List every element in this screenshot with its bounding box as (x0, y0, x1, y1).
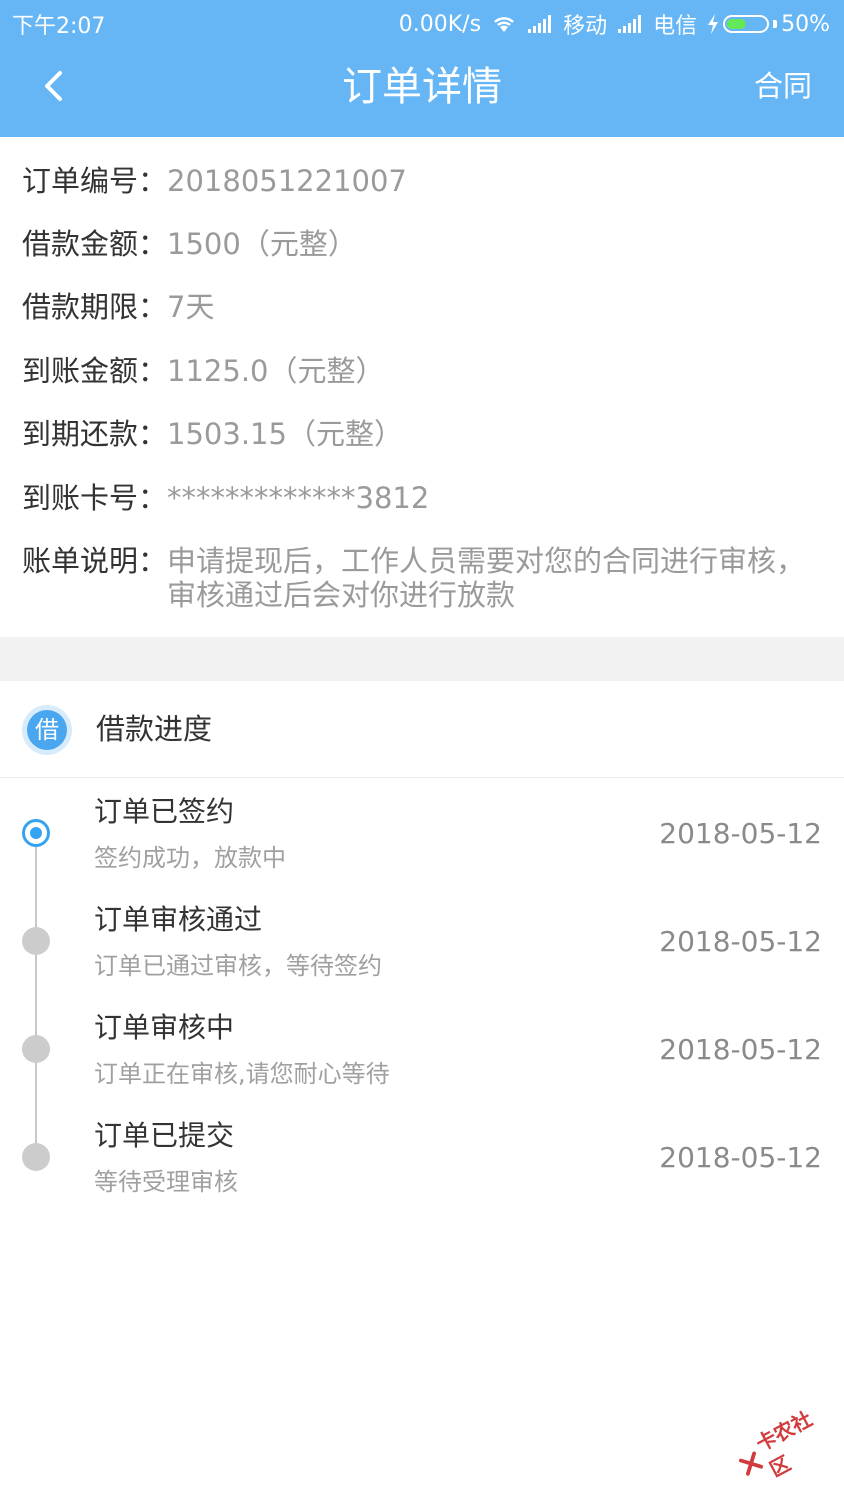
carrier-mobile: 移动 (563, 14, 608, 39)
timeline-dot-icon (22, 927, 50, 955)
step-title: 订单已签约 (94, 795, 235, 828)
order-number-row: 订单编号： 2018051221007 (22, 161, 832, 201)
battery-indicator: 50% (707, 12, 830, 37)
info-value: 2018051221007 (167, 164, 407, 198)
contract-button[interactable]: 合同 (754, 66, 812, 106)
order-info: 订单编号： 2018051221007 借款金额： 1500（元整） 借款期限：… (0, 137, 844, 637)
info-value: 1500（元整） (167, 227, 357, 261)
watermark-logo: 卡农社区 (725, 1391, 844, 1500)
step-date: 2018-05-12 (659, 1141, 822, 1174)
info-value: 1125.0（元整） (167, 354, 385, 388)
step-title: 订单审核通过 (94, 903, 263, 936)
wifi-icon (491, 14, 517, 34)
network-speed: 0.00K/s (398, 11, 482, 37)
loan-amount-row: 借款金额： 1500（元整） (22, 224, 832, 264)
step-date: 2018-05-12 (659, 925, 822, 958)
info-value: 1503.15（元整） (167, 417, 403, 451)
info-label: 订单编号： (22, 164, 168, 198)
card-number-row: 到账卡号： *************3812 (22, 478, 832, 518)
step-desc: 订单已通过审核，等待签约 (94, 952, 382, 980)
progress-timeline: 订单已签约 签约成功，放款中 2018-05-12 订单审核通过 订单已通过审核… (0, 778, 844, 1218)
status-time: 下午2:07 (12, 14, 106, 39)
battery-icon (723, 15, 770, 33)
step-title: 订单审核中 (94, 1011, 235, 1044)
info-label: 到账金额： (22, 354, 168, 388)
signal-icon (617, 15, 643, 33)
step-desc: 签约成功，放款中 (94, 844, 286, 872)
timeline-item: 订单审核通过 订单已通过审核，等待签约 2018-05-12 (0, 886, 844, 994)
timeline-item: 订单审核中 订单正在审核,请您耐心等待 2018-05-12 (0, 994, 844, 1102)
step-desc: 等待受理审核 (94, 1168, 238, 1196)
info-value: 申请提现后，工作人员需要对您的合同进行审核，审核通过后会对你进行放款 (167, 544, 806, 612)
timeline-item: 订单已提交 等待受理审核 2018-05-12 (0, 1102, 844, 1210)
step-date: 2018-05-12 (659, 1033, 822, 1066)
signal-icon (527, 15, 553, 33)
step-date: 2018-05-12 (659, 817, 822, 850)
info-label: 到期还款： (22, 417, 168, 451)
loan-term-row: 借款期限： 7天 (22, 287, 832, 327)
info-value: *************3812 (167, 481, 430, 515)
received-amount-row: 到账金额： 1125.0（元整） (22, 351, 832, 391)
step-title: 订单已提交 (94, 1119, 235, 1152)
info-label: 到账卡号： (22, 481, 168, 515)
app-header: 下午2:07 0.00K/s 移动 电信 50% 订单详情 合同 (0, 0, 844, 137)
page-title: 订单详情 (342, 64, 502, 110)
watermark-text: 卡农社区 (751, 1406, 817, 1482)
loan-badge-icon: 借 (22, 705, 72, 755)
info-label: 账单说明： (22, 544, 168, 578)
info-label: 借款期限： (22, 290, 168, 324)
status-indicators: 0.00K/s 移动 电信 50% (399, 8, 830, 40)
timeline-dot-icon (22, 1143, 50, 1171)
carrier-telecom: 电信 (653, 14, 698, 39)
timeline-dot-icon (22, 1035, 50, 1063)
step-desc: 订单正在审核,请您耐心等待 (94, 1060, 390, 1088)
timeline-item: 订单已签约 签约成功，放款中 2018-05-12 (0, 778, 844, 886)
repayment-row: 到期还款： 1503.15（元整） (22, 414, 832, 454)
section-divider (0, 637, 844, 681)
info-label: 借款金额： (22, 227, 168, 261)
info-value: 7天 (167, 290, 215, 324)
badge-label: 借 (27, 710, 67, 750)
nav-bar: 订单详情 合同 (0, 44, 844, 137)
progress-header: 借 借款进度 (0, 681, 844, 778)
charging-icon (707, 14, 719, 34)
status-bar: 下午2:07 0.00K/s 移动 电信 50% (0, 0, 844, 44)
battery-percent: 50% (781, 11, 830, 37)
timeline-dot-icon (22, 819, 50, 847)
bill-note-row: 账单说明： 申请提现后，工作人员需要对您的合同进行审核，审核通过后会对你进行放款 (22, 541, 832, 612)
progress-title: 借款进度 (96, 712, 213, 746)
